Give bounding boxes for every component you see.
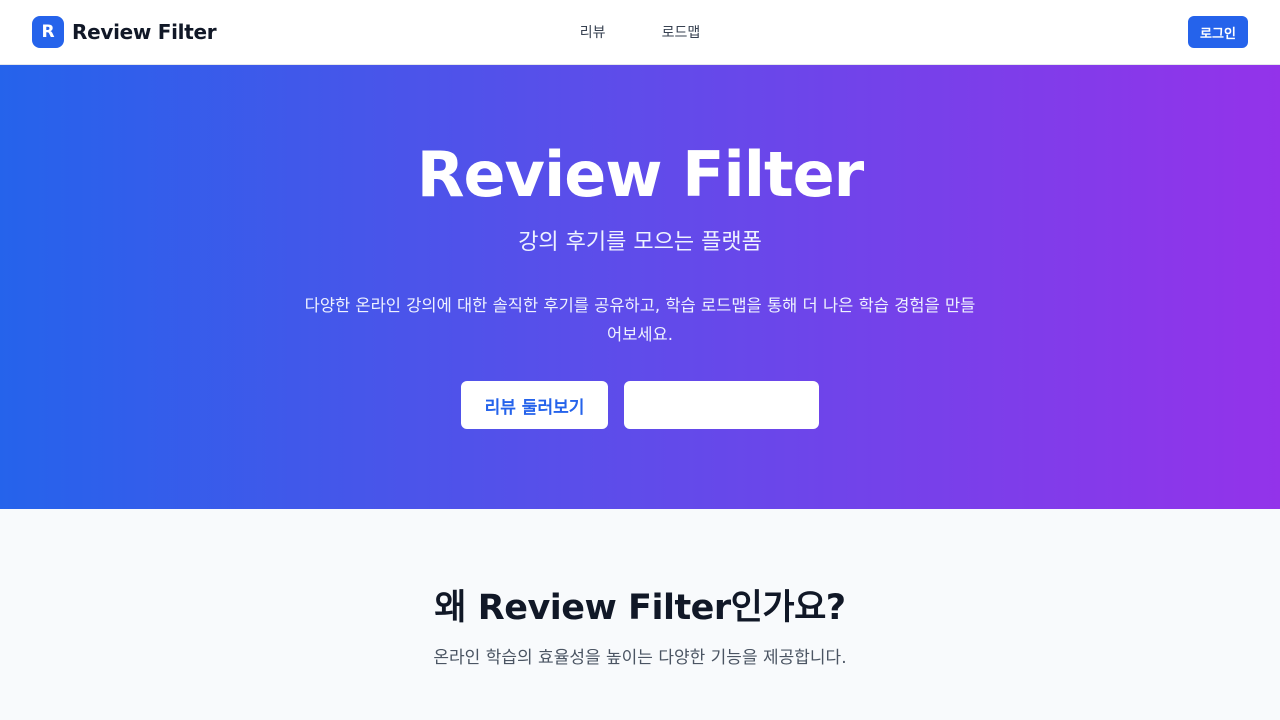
- hero-subtitle: 강의 후기를 모으는 플랫폼: [518, 230, 762, 255]
- brand-home-link[interactable]: R Review Filter: [32, 16, 217, 48]
- login-button[interactable]: 로그인: [1188, 16, 1248, 48]
- features-section: 왜 Review Filter인가요? 온라인 학습의 효율성을 높이는 다양한…: [0, 509, 1280, 720]
- browse-reviews-button[interactable]: 리뷰 둘러보기: [461, 381, 608, 429]
- features-title: 왜 Review Filter인가요?: [434, 588, 846, 628]
- hero-title: Review Filter: [416, 138, 865, 211]
- hero-section: Review Filter 강의 후기를 모으는 플랫폼 다양한 온라인 강의에…: [0, 65, 1280, 509]
- logo-icon: R: [32, 16, 64, 48]
- nav-roadmap-link[interactable]: 로드맵: [662, 22, 701, 42]
- brand-name: Review Filter: [72, 20, 217, 44]
- hero-description: 다양한 온라인 강의에 대한 솔직한 후기를 공유하고, 학습 로드맵을 통해 …: [304, 296, 976, 344]
- nav-reviews-link[interactable]: 리뷰: [580, 22, 606, 42]
- site-header: R Review Filter 리뷰 로드맵 로그인: [0, 0, 1280, 65]
- features-subtitle: 온라인 학습의 효율성을 높이는 다양한 기능을 제공합니다.: [433, 648, 847, 668]
- secondary-cta-button[interactable]: [624, 381, 819, 429]
